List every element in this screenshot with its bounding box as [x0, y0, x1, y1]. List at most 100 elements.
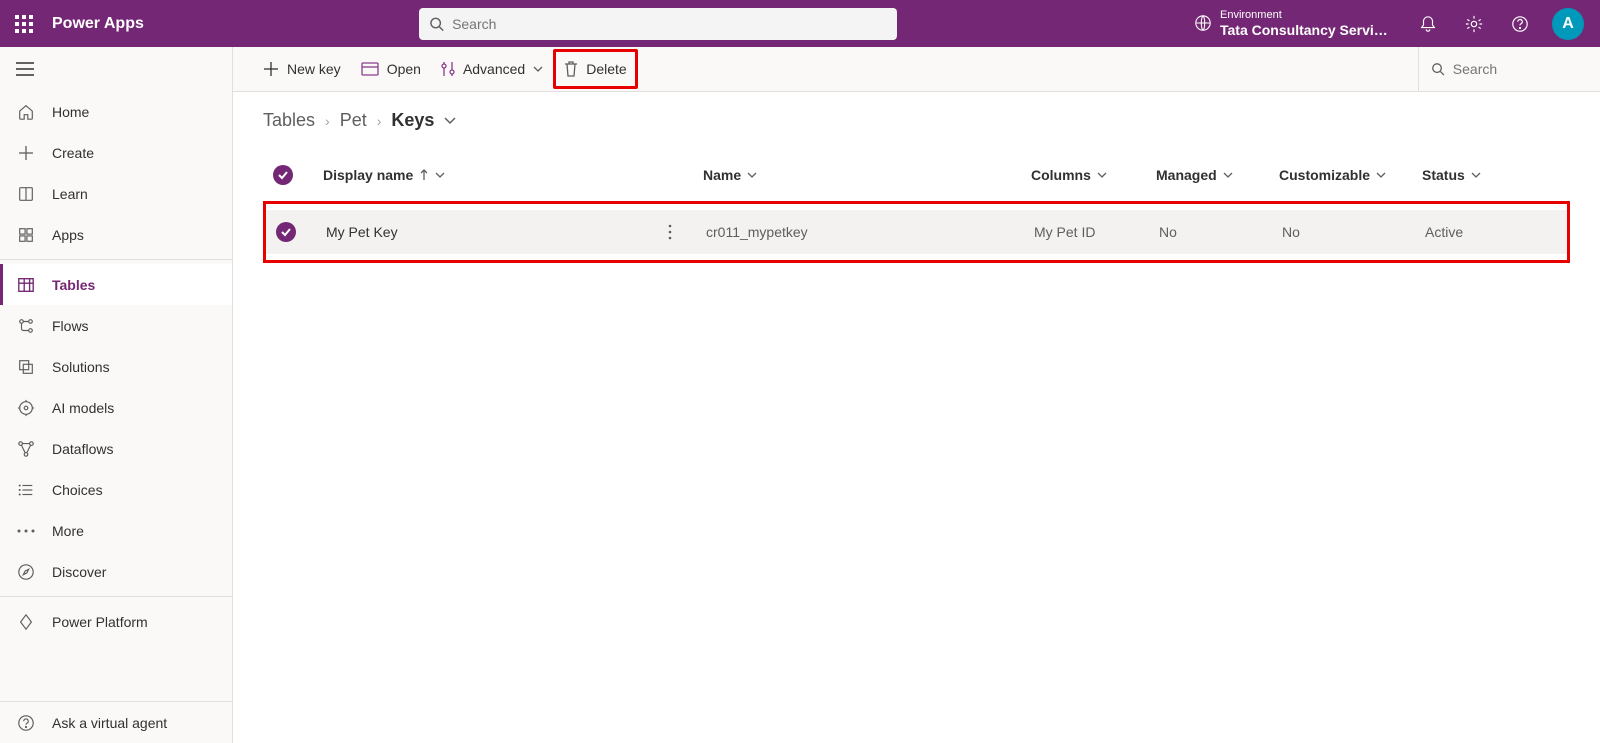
- global-search[interactable]: [419, 8, 897, 40]
- table-icon: [16, 275, 36, 295]
- chevron-down-icon: [533, 66, 543, 72]
- column-header-managed[interactable]: Managed: [1156, 167, 1279, 183]
- command-bar: New key Open Advanced Delete: [233, 47, 1600, 92]
- sidebar-item-home[interactable]: Home: [0, 91, 232, 132]
- ai-icon: [16, 398, 36, 418]
- advanced-button[interactable]: Advanced: [431, 52, 553, 86]
- apps-icon: [16, 225, 36, 245]
- plus-icon: [263, 61, 279, 77]
- chevron-down-icon: [435, 172, 445, 178]
- sidebar-item-label: Ask a virtual agent: [52, 715, 167, 731]
- home-icon: [16, 102, 36, 122]
- open-button[interactable]: Open: [351, 52, 431, 86]
- top-header: Power Apps Environment Tata Consultancy …: [0, 0, 1600, 47]
- sidebar-item-label: Power Platform: [52, 614, 148, 630]
- dataflow-icon: [16, 439, 36, 459]
- compass-icon: [16, 562, 36, 582]
- search-icon: [1431, 61, 1445, 77]
- sidebar-item-label: More: [52, 523, 84, 539]
- sidebar-item-solutions[interactable]: Solutions: [0, 346, 232, 387]
- sidebar-item-dataflows[interactable]: Dataflows: [0, 428, 232, 469]
- cell-columns: My Pet ID: [1034, 224, 1159, 240]
- sidebar-item-tables[interactable]: Tables: [0, 264, 232, 305]
- global-search-input[interactable]: [452, 16, 887, 32]
- sidebar-item-flows[interactable]: Flows: [0, 305, 232, 346]
- sidebar-item-label: Flows: [52, 318, 89, 334]
- help-icon: [1511, 15, 1529, 33]
- sliders-icon: [441, 61, 455, 77]
- row-more-button[interactable]: [658, 220, 682, 244]
- table-search[interactable]: [1418, 47, 1600, 92]
- cell-displayname: My Pet Key: [326, 224, 398, 240]
- list-icon: [16, 480, 36, 500]
- table-row[interactable]: My Pet Key cr011_mypetkey My Pet ID No N…: [266, 210, 1567, 254]
- select-all-header[interactable]: [263, 165, 323, 185]
- sidebar-item-more[interactable]: More: [0, 510, 232, 551]
- sidebar-item-learn[interactable]: Learn: [0, 173, 232, 214]
- flow-icon: [16, 316, 36, 336]
- solutions-icon: [16, 357, 36, 377]
- cmd-label: Delete: [586, 61, 626, 77]
- search-icon: [429, 16, 444, 32]
- column-header-displayname[interactable]: Display name: [323, 167, 703, 183]
- sidebar-item-power-platform[interactable]: Power Platform: [0, 601, 232, 642]
- more-icon: [16, 521, 36, 541]
- globe-icon: [1194, 14, 1212, 32]
- open-icon: [361, 62, 379, 76]
- cmd-label: Advanced: [463, 61, 525, 77]
- sidebar-item-label: Dataflows: [52, 441, 113, 457]
- notifications-button[interactable]: [1406, 0, 1450, 47]
- sidebar-toggle[interactable]: [0, 47, 232, 91]
- sidebar-item-label: Home: [52, 104, 89, 120]
- column-header-status[interactable]: Status: [1422, 167, 1542, 183]
- environment-label: Environment: [1220, 9, 1390, 22]
- sidebar-item-aimodels[interactable]: AI models: [0, 387, 232, 428]
- sidebar-item-discover[interactable]: Discover: [0, 551, 232, 592]
- cmd-label: New key: [287, 61, 341, 77]
- chevron-down-icon: [1471, 172, 1481, 178]
- ask-virtual-agent[interactable]: Ask a virtual agent: [0, 702, 232, 743]
- chevron-down-icon: [1223, 172, 1233, 178]
- breadcrumb-pet[interactable]: Pet: [340, 110, 367, 131]
- column-header-name[interactable]: Name: [703, 167, 1031, 183]
- book-icon: [16, 184, 36, 204]
- sidebar: Home Create Learn Apps Tables: [0, 47, 233, 743]
- new-key-button[interactable]: New key: [253, 52, 351, 86]
- sidebar-item-label: Create: [52, 145, 94, 161]
- sidebar-item-choices[interactable]: Choices: [0, 469, 232, 510]
- avatar[interactable]: A: [1552, 8, 1584, 40]
- settings-button[interactable]: [1452, 0, 1496, 47]
- app-launcher-icon[interactable]: [8, 8, 40, 40]
- keys-table: Display name Name Columns Managed: [263, 153, 1570, 263]
- environment-picker[interactable]: Environment Tata Consultancy Servic…: [1180, 9, 1404, 38]
- column-header-columns[interactable]: Columns: [1031, 167, 1156, 183]
- table-header-row: Display name Name Columns Managed: [263, 153, 1570, 197]
- delete-button[interactable]: Delete: [553, 49, 637, 89]
- more-vertical-icon: [668, 224, 672, 240]
- column-header-customizable[interactable]: Customizable: [1279, 167, 1422, 183]
- sidebar-item-label: Choices: [52, 482, 103, 498]
- help-button[interactable]: [1498, 0, 1542, 47]
- bell-icon: [1419, 15, 1437, 33]
- highlighted-row-container: My Pet Key cr011_mypetkey My Pet ID No N…: [263, 201, 1570, 263]
- plus-icon: [16, 143, 36, 163]
- chevron-right-icon: ›: [377, 113, 382, 129]
- sidebar-item-apps[interactable]: Apps: [0, 214, 232, 255]
- breadcrumb-current: Keys: [391, 110, 434, 131]
- trash-icon: [564, 61, 578, 77]
- chevron-down-icon: [747, 172, 757, 178]
- table-search-input[interactable]: [1453, 61, 1588, 77]
- cell-managed: No: [1159, 224, 1282, 240]
- cmd-label: Open: [387, 61, 421, 77]
- chevron-down-icon: [1097, 172, 1107, 178]
- row-select[interactable]: [266, 222, 326, 242]
- gear-icon: [1465, 15, 1483, 33]
- chevron-down-icon[interactable]: [444, 117, 456, 125]
- sidebar-item-create[interactable]: Create: [0, 132, 232, 173]
- chat-icon: [16, 713, 36, 733]
- breadcrumb-tables[interactable]: Tables: [263, 110, 315, 131]
- sidebar-item-label: Learn: [52, 186, 88, 202]
- cell-name: cr011_mypetkey: [706, 224, 1034, 240]
- cell-status: Active: [1425, 224, 1545, 240]
- breadcrumb: Tables › Pet › Keys: [263, 110, 1570, 131]
